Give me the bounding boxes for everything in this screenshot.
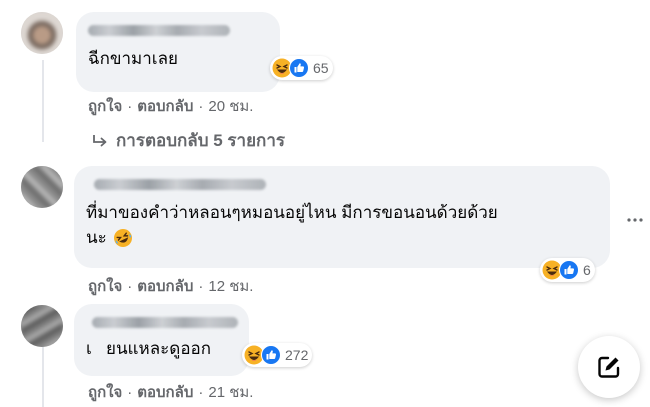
separator-dot: ·	[198, 98, 204, 115]
compose-button[interactable]	[578, 336, 640, 398]
separator-dot: ·	[127, 384, 133, 401]
like-thumb-icon	[261, 345, 281, 365]
like-thumb-icon	[289, 58, 309, 78]
avatar[interactable]	[21, 12, 63, 54]
reaction-summary[interactable]: 272	[242, 343, 313, 367]
reply-button[interactable]: ตอบกลับ	[137, 98, 193, 115]
comment-text-line: นะ	[86, 225, 598, 250]
timestamp[interactable]: 20 ชม.	[208, 98, 253, 115]
avatar[interactable]	[21, 166, 63, 208]
like-button[interactable]: ถูกใจ	[88, 98, 122, 115]
reply-button[interactable]: ตอบกลับ	[137, 384, 193, 401]
comment-actions: ถูกใจ · ตอบกลับ · 20 ชม.	[88, 94, 253, 118]
rolling-laughing-emoji-icon	[113, 228, 132, 247]
replies-label: การตอบกลับ 5 รายการ	[116, 131, 286, 150]
thread-line	[42, 60, 44, 142]
reaction-summary[interactable]: 6	[540, 258, 595, 282]
reaction-summary[interactable]: 65	[270, 56, 333, 80]
separator-dot: ·	[127, 278, 133, 295]
reply-button[interactable]: ตอบกลับ	[137, 278, 193, 295]
avatar[interactable]	[21, 305, 63, 347]
comment-text: เ ยนแหละดูออก	[86, 339, 212, 358]
comment-bubble: ฉีกขามาเลย	[76, 12, 280, 92]
comment-text: ฉีกขามาเลย	[88, 49, 178, 68]
comment-actions: ถูกใจ · ตอบกลับ · 12 ชม.	[88, 274, 253, 298]
thread-line	[42, 345, 44, 407]
more-options-button[interactable]	[625, 210, 645, 230]
timestamp[interactable]: 21 ชม.	[208, 384, 253, 401]
like-button[interactable]: ถูกใจ	[88, 278, 122, 295]
separator-dot: ·	[198, 278, 204, 295]
reaction-count: 6	[583, 262, 591, 278]
author-name[interactable]	[92, 317, 238, 328]
comment-bubble: เ ยนแหละดูออก	[74, 304, 249, 376]
separator-dot: ·	[127, 98, 133, 115]
reaction-count: 65	[313, 60, 329, 76]
comment-bubble: ที่มาของคำว่าหลอนๆหมอนอยู่ไหน มีการขอนอน…	[74, 166, 610, 268]
like-thumb-icon	[559, 260, 579, 280]
author-name[interactable]	[88, 25, 230, 36]
separator-dot: ·	[198, 384, 204, 401]
compose-edit-icon	[598, 356, 620, 378]
more-options-icon	[627, 218, 643, 222]
reply-arrow-icon	[93, 134, 107, 146]
comment-text-line: ที่มาของคำว่าหลอนๆหมอนอยู่ไหน มีการขอนอน…	[86, 203, 498, 222]
like-button[interactable]: ถูกใจ	[88, 384, 122, 401]
comment-actions: ถูกใจ · ตอบกลับ · 21 ชม.	[88, 380, 253, 404]
author-name[interactable]	[94, 179, 266, 190]
view-replies-link[interactable]: การตอบกลับ 5 รายการ	[92, 127, 285, 154]
reaction-count: 272	[285, 347, 309, 363]
comment-text-end: นะ	[86, 228, 107, 247]
timestamp[interactable]: 12 ชม.	[208, 278, 253, 295]
